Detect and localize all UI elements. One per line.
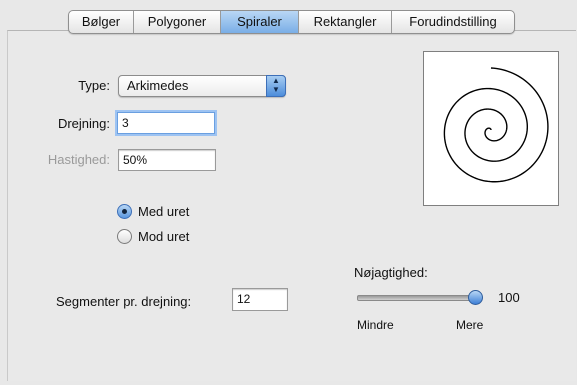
radio-med-uret-label: Med uret xyxy=(138,204,190,219)
tab-rektangler[interactable]: Rektangler xyxy=(299,11,392,33)
precision-min-label: Mindre xyxy=(357,318,394,332)
precision-value: 100 xyxy=(498,290,520,305)
drejning-field[interactable]: 3 xyxy=(117,112,215,134)
radio-med-uret[interactable]: Med uret xyxy=(117,204,189,219)
hastighed-label: Hastighed: xyxy=(47,152,110,167)
precision-label: Nøjagtighed: xyxy=(354,265,428,280)
segmenter-label: Segmenter pr. drejning: xyxy=(56,294,192,309)
radio-mod-uret-label: Mod uret xyxy=(138,229,190,244)
radio-mod-uret[interactable]: Mod uret xyxy=(117,229,189,244)
tab-forudindstilling[interactable]: Forudindstilling xyxy=(392,11,514,33)
type-label: Type: xyxy=(78,78,110,93)
type-value: Arkimedes xyxy=(127,78,189,93)
spiral-preview xyxy=(423,51,559,206)
tab-bolger[interactable]: Bølger xyxy=(69,11,134,33)
popup-arrows-icon: ▲ ▼ xyxy=(266,75,286,97)
type-popup[interactable]: Arkimedes ▲ ▼ xyxy=(118,75,286,97)
precision-max-label: Mere xyxy=(456,318,484,332)
tab-polygoner[interactable]: Polygoner xyxy=(134,11,221,33)
precision-slider-knob[interactable] xyxy=(468,290,483,305)
spiral-preview-icon xyxy=(443,67,549,183)
precision-slider-track[interactable] xyxy=(357,295,477,301)
tab-spiraler[interactable]: Spiraler xyxy=(221,11,299,33)
hastighed-field[interactable]: 50% xyxy=(118,149,216,171)
segmenter-field[interactable]: 12 xyxy=(232,288,288,311)
radio-unselected-icon xyxy=(117,229,132,244)
drejning-label: Drejning: xyxy=(57,116,110,131)
radio-selected-icon xyxy=(117,204,132,219)
tab-bar: Bølger Polygoner Spiraler Rektangler For… xyxy=(68,10,515,34)
